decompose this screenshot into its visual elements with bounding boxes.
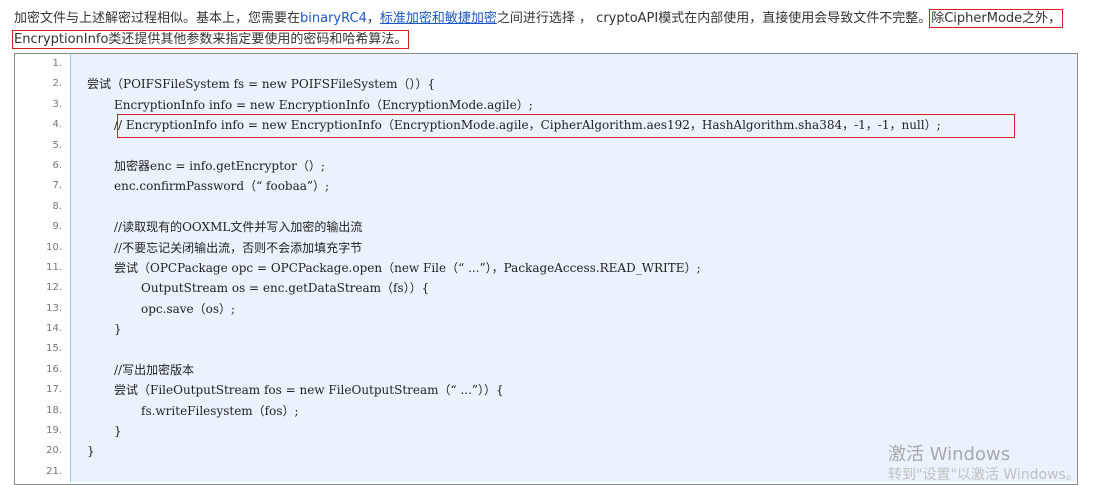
line-number: 8. — [15, 196, 71, 218]
line-number: 21. — [15, 461, 71, 483]
line-number: 15. — [15, 339, 71, 360]
para-text-2: 之间进行选择 ， — [496, 11, 593, 26]
line-number: 2. — [15, 74, 71, 95]
code-line: 19.} — [15, 421, 1077, 442]
code-line: 18. fs.writeFilesystem（fos）; — [15, 400, 1077, 422]
highlight-encryptioninfo: EncryptionInfo类还提供其他参数来指定要使用的密码和哈希算法。 — [11, 30, 410, 49]
code-text: 尝试（FileOutputStream fos = new FileOutput… — [114, 383, 504, 398]
code-text: //不要忘记关闭输出流，否则不会添加填充字节 — [114, 240, 363, 255]
code-line: 16. //写出加密版本 — [15, 359, 1077, 381]
code-text: } — [114, 322, 122, 337]
code-block: 1. 2. 尝试（POIFSFileSystem fs = new POIFSFil… — [14, 53, 1078, 485]
code-text: 加密器enc = info.getEncryptor（）; — [114, 158, 325, 173]
line-number: 7. — [15, 176, 71, 197]
line-number: 14. — [15, 319, 71, 340]
code-text: 尝试（OPCPackage opc = OPCPackage.open（new … — [114, 260, 701, 275]
code-line: 11. 尝试（OPCPackage opc = OPCPackage.open（n… — [15, 257, 1077, 279]
code-text: } — [87, 444, 95, 459]
line-number: 10. — [15, 237, 71, 258]
line-number: 13. — [15, 298, 71, 320]
code-text: opc.save（os）; — [141, 301, 236, 316]
code-line: 13. opc.save（os）; — [15, 298, 1077, 320]
code-text: //写出加密版本 — [114, 362, 195, 377]
code-line: 3. EncryptionInfo info = new EncryptionIn… — [15, 94, 1077, 116]
line-number: 5. — [15, 135, 71, 156]
code-line: 1. — [15, 54, 1077, 75]
line-number: 9. — [15, 217, 71, 238]
line-number: 12. — [15, 278, 71, 299]
line-number: 20. — [15, 441, 71, 462]
windows-activation-watermark: 激活 Windows — [888, 444, 1011, 465]
windows-activation-subtext: 转到"设置"以激活 Windows。 — [888, 467, 1080, 483]
highlight-ciphermode: 除CipherMode之外， — [929, 9, 1064, 28]
line-number: 4. — [15, 115, 71, 136]
code-line: 6. 加密器enc = info.getEncryptor（）; — [15, 155, 1077, 177]
line-number: 17. — [15, 380, 71, 401]
code-text: fs.writeFilesystem（fos）; — [141, 403, 299, 418]
line-number: 18. — [15, 400, 71, 422]
code-line: 8. — [15, 196, 1077, 218]
highlight-line-4-box — [117, 114, 1015, 138]
code-line: 9. //读取现有的OOXML文件并写入加密的输出流 — [15, 217, 1077, 238]
line-number: 3. — [15, 94, 71, 116]
line-number: 19. — [15, 421, 71, 442]
code-line: 10. //不要忘记关闭输出流，否则不会添加填充字节 — [15, 237, 1077, 258]
code-text: EncryptionInfo info = new EncryptionInfo… — [114, 97, 533, 112]
code-text: OutputStream os = enc.getDataStream（fs））… — [141, 281, 430, 296]
line-number: 16. — [15, 359, 71, 381]
line-number: 11. — [15, 257, 71, 279]
code-line: 12. OutputStream os = enc.getDataStream（f… — [15, 278, 1077, 299]
code-text: 尝试（POIFSFileSystem fs = new POIFSFileSys… — [87, 77, 436, 92]
code-line: 15. — [15, 339, 1077, 360]
code-line: 14.} — [15, 319, 1077, 340]
description-paragraph: 加密文件与上述解密过程相似。基本上，您需要在binaryRC4，标准加密和敏捷加… — [11, 8, 1084, 50]
code-text: //读取现有的OOXML文件并写入加密的输出流 — [114, 220, 363, 235]
code-line: 5. — [15, 135, 1077, 156]
para-text-3: cryptoAPI模式在内部使用，直接使用会导致文件不完整。 — [596, 11, 932, 26]
para-separator: ， — [366, 11, 380, 26]
code-line: 2. 尝试（POIFSFileSystem fs = new POIFSFileS… — [15, 74, 1077, 95]
line-number: 1. — [15, 54, 71, 75]
standard-agile-encryption-link[interactable]: 标准加密和敏捷加密 — [380, 11, 497, 26]
binaryrc4-link[interactable]: binaryRC4 — [300, 11, 367, 26]
code-line: 7. enc.confirmPassword（“ foobaa”）; — [15, 176, 1077, 197]
line-number: 6. — [15, 155, 71, 177]
code-text: } — [114, 424, 122, 439]
code-line: 17. 尝试（FileOutputStream fos = new FileOut… — [15, 380, 1077, 401]
para-text-1: 加密文件与上述解密过程相似。基本上，您需要在 — [14, 11, 301, 26]
code-text: enc.confirmPassword（“ foobaa”）; — [114, 179, 330, 194]
